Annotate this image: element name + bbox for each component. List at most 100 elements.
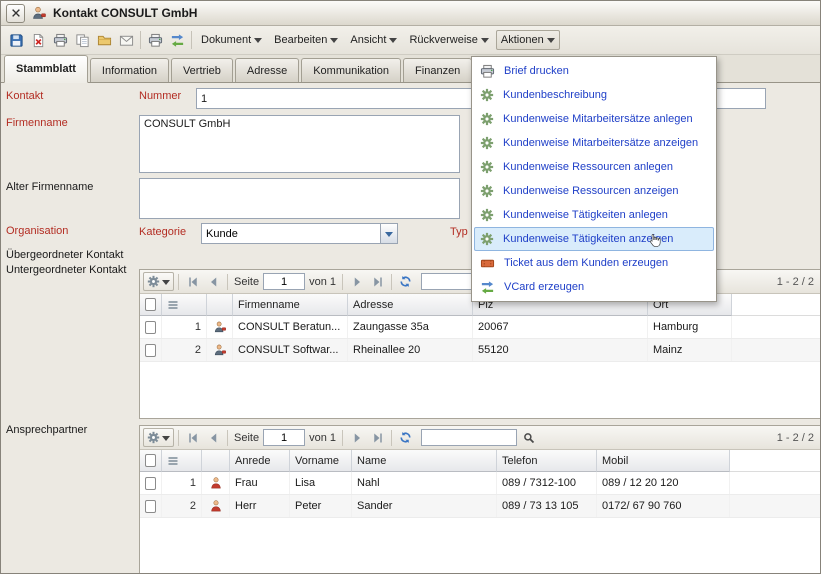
- transfer-icon: [170, 33, 185, 48]
- toolbar-separator: [191, 31, 192, 49]
- menu-item-label: Kundenweise Tätigkeiten anlegen: [503, 209, 668, 221]
- menu-item-ressourcen-anzeigen[interactable]: Kundenweise Ressourcen anzeigen: [474, 179, 714, 203]
- table-row[interactable]: 1 CONSULT Beratun... Zaungasse 35a 20067…: [140, 316, 821, 339]
- tab-kommunikation[interactable]: Kommunikation: [301, 58, 401, 82]
- table-row[interactable]: 2 CONSULT Softwar... Rheinallee 20 55120…: [140, 339, 821, 362]
- column-header-telefon[interactable]: Telefon: [497, 450, 597, 472]
- menu-label: Bearbeiten: [274, 34, 327, 46]
- menu-item-brief-drucken[interactable]: Brief drucken: [474, 59, 714, 83]
- menu-item-kundenbeschreibung[interactable]: Kundenbeschreibung: [474, 83, 714, 107]
- column-header-anrede[interactable]: Anrede: [230, 450, 290, 472]
- contact-icon: [31, 5, 47, 21]
- next-page-button[interactable]: [347, 272, 366, 291]
- refresh-button[interactable]: [396, 272, 415, 291]
- row-checkbox[interactable]: [145, 344, 156, 357]
- cell-plz: 55120: [473, 339, 648, 361]
- delete-icon: [31, 33, 46, 48]
- row-numberer-header[interactable]: [162, 294, 207, 316]
- select-all-checkbox[interactable]: [145, 454, 156, 467]
- grid-settings-button[interactable]: [143, 428, 174, 447]
- column-header-mobil[interactable]: Mobil: [597, 450, 730, 472]
- row-checkbox[interactable]: [145, 321, 156, 334]
- prev-page-button[interactable]: [204, 272, 223, 291]
- grid-header-row: Anrede Vorname Name Telefon Mobil: [140, 450, 821, 472]
- menu-item-mitarbeitersaetze-anlegen[interactable]: Kundenweise Mitarbeitersätze anlegen: [474, 107, 714, 131]
- delete-button[interactable]: [27, 29, 49, 51]
- icon-column-header[interactable]: [207, 294, 233, 316]
- menu-item-label: Kundenbeschreibung: [503, 89, 607, 101]
- hand-cursor-icon: [648, 233, 663, 248]
- tab-adresse[interactable]: Adresse: [235, 58, 299, 82]
- nummer-label: Nummer: [139, 90, 181, 102]
- kategorie-input[interactable]: [201, 223, 380, 244]
- menu-item-mitarbeitersaetze-anzeigen[interactable]: Kundenweise Mitarbeitersätze anzeigen: [474, 131, 714, 155]
- ansprechpartner-grid: Seite von 1 1 - 2 / 2 Anrede Vorname Nam…: [139, 425, 821, 574]
- gear-icon: [147, 275, 160, 288]
- gear-icon: [480, 136, 494, 150]
- print-button[interactable]: [49, 29, 71, 51]
- search-button[interactable]: [519, 428, 538, 447]
- page-label: Seite: [234, 276, 259, 288]
- open-folder-button[interactable]: [93, 29, 115, 51]
- tab-information[interactable]: Information: [90, 58, 169, 82]
- close-button[interactable]: [6, 4, 25, 23]
- menu-item-ressourcen-anlegen[interactable]: Kundenweise Ressourcen anlegen: [474, 155, 714, 179]
- select-all-checkbox[interactable]: [145, 298, 156, 311]
- record-range: 1 - 2 / 2: [777, 432, 814, 444]
- first-page-button[interactable]: [183, 272, 202, 291]
- menu-item-vcard-erzeugen[interactable]: VCard erzeugen: [474, 275, 714, 299]
- menu-item-label: Kundenweise Mitarbeitersätze anzeigen: [503, 137, 698, 149]
- last-page-button[interactable]: [368, 272, 387, 291]
- save-button[interactable]: [5, 29, 27, 51]
- grid-settings-button[interactable]: [143, 272, 174, 291]
- menu-dokument[interactable]: Dokument: [196, 30, 267, 50]
- printer-button[interactable]: [144, 29, 166, 51]
- menu-item-taetigkeiten-anlegen[interactable]: Kundenweise Tätigkeiten anlegen: [474, 203, 714, 227]
- firmenname-textarea[interactable]: CONSULT GmbH: [139, 115, 460, 173]
- grid-search-input[interactable]: [421, 429, 517, 446]
- next-page-button[interactable]: [347, 428, 366, 447]
- window-titlebar: Kontakt CONSULT GmbH: [1, 1, 820, 26]
- column-header-name[interactable]: Name: [352, 450, 497, 472]
- menu-item-ticket-erzeugen[interactable]: Ticket aus dem Kunden erzeugen: [474, 251, 714, 275]
- last-page-button[interactable]: [368, 428, 387, 447]
- transfer-button[interactable]: [166, 29, 188, 51]
- contact-icon: [213, 320, 227, 334]
- refresh-button[interactable]: [396, 428, 415, 447]
- row-numberer-header[interactable]: [162, 450, 202, 472]
- mail-button[interactable]: [115, 29, 137, 51]
- tab-finanzen[interactable]: Finanzen: [403, 58, 472, 82]
- window: Kontakt CONSULT GmbH Dokument Bearbeiten…: [0, 0, 821, 574]
- menu-label: Rückverweise: [409, 34, 477, 46]
- alter-firmenname-textarea[interactable]: [139, 178, 460, 219]
- cell-ort: Mainz: [648, 339, 732, 361]
- kategorie-combobox[interactable]: [201, 223, 398, 244]
- combo-trigger-button[interactable]: [380, 223, 398, 244]
- column-header-firmenname[interactable]: Firmenname: [233, 294, 348, 316]
- tab-vertrieb[interactable]: Vertrieb: [171, 58, 233, 82]
- table-row[interactable]: 2 Herr Peter Sander 089 / 73 13 105 0172…: [140, 495, 821, 518]
- select-all-header[interactable]: [140, 294, 162, 316]
- page-number-input[interactable]: [263, 429, 305, 446]
- column-header-adresse[interactable]: Adresse: [348, 294, 473, 316]
- gear-icon: [147, 431, 160, 444]
- page-number-input[interactable]: [263, 273, 305, 290]
- page-count-label: von 1: [309, 276, 336, 288]
- cell-mobil: 089 / 12 20 120: [597, 472, 730, 494]
- copy-button[interactable]: [71, 29, 93, 51]
- row-checkbox[interactable]: [145, 477, 156, 490]
- table-row[interactable]: 1 Frau Lisa Nahl 089 / 7312-100 089 / 12…: [140, 472, 821, 495]
- menu-ansicht[interactable]: Ansicht: [345, 30, 402, 50]
- select-all-header[interactable]: [140, 450, 162, 472]
- prev-page-button[interactable]: [204, 428, 223, 447]
- menu-bearbeiten[interactable]: Bearbeiten: [269, 30, 343, 50]
- menu-aktionen[interactable]: Aktionen: [496, 30, 560, 50]
- first-page-button[interactable]: [183, 428, 202, 447]
- menu-item-taetigkeiten-anzeigen[interactable]: Kundenweise Tätigkeiten anzeigen: [474, 227, 714, 251]
- column-header-vorname[interactable]: Vorname: [290, 450, 352, 472]
- row-checkbox[interactable]: [145, 500, 156, 513]
- menu-rueckverweise[interactable]: Rückverweise: [404, 30, 493, 50]
- tab-stammblatt[interactable]: Stammblatt: [4, 55, 88, 83]
- folder-open-icon: [97, 33, 112, 48]
- icon-column-header[interactable]: [202, 450, 230, 472]
